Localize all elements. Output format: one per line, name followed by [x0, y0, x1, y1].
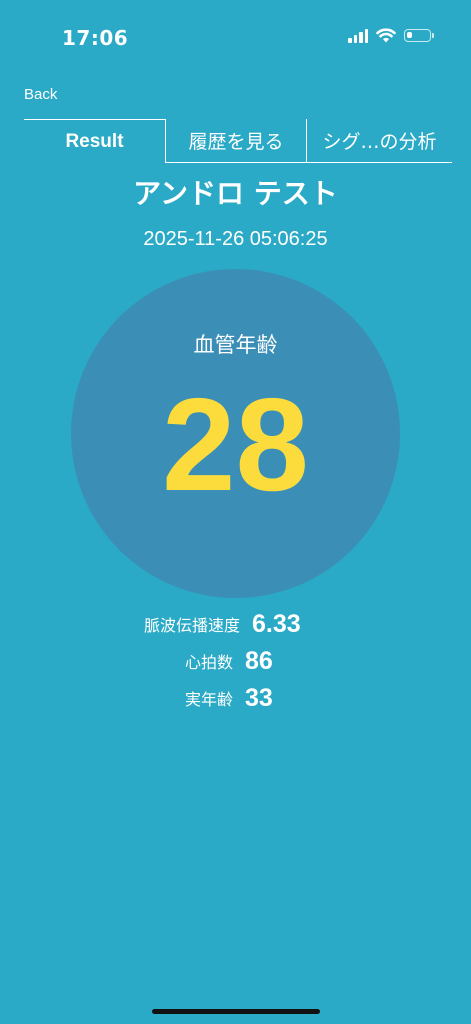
metric-row-heart-rate: 心拍数 86: [185, 643, 273, 679]
status-bar: 17:06: [0, 0, 471, 78]
metric-row-actual-age: 実年齢 33: [185, 680, 273, 716]
tab-signal-analysis[interactable]: シグ…の分析: [306, 119, 452, 163]
metric-label: 脈波伝播速度: [144, 616, 241, 635]
wifi-icon: [376, 28, 396, 43]
vascular-age-value: 28: [162, 371, 309, 518]
vascular-age-label: 血管年齢: [193, 333, 278, 357]
back-button[interactable]: Back: [24, 86, 57, 103]
test-timestamp: 2025-11-26 05:06:25: [143, 228, 328, 250]
battery-fill: [407, 32, 412, 38]
metric-label: 心拍数: [185, 653, 234, 672]
metric-row-pwv: 脈波伝播速度 6.33: [144, 606, 301, 642]
home-indicator[interactable]: [152, 1009, 320, 1014]
vascular-age-circle: 血管年齢 28: [71, 269, 400, 598]
tab-result[interactable]: Result: [24, 119, 165, 163]
status-icons: [348, 28, 434, 43]
cellular-signal-icon: [348, 28, 368, 43]
metric-value: 33: [245, 683, 273, 712]
metric-value: 6.33: [252, 609, 301, 638]
test-name: アンドロ テスト: [133, 177, 338, 210]
tab-history[interactable]: 履歴を見る: [165, 119, 306, 163]
status-time: 17:06: [62, 26, 129, 50]
metric-label: 実年齢: [185, 690, 234, 709]
battery-icon: [404, 29, 434, 42]
metric-value: 86: [245, 646, 273, 675]
tab-bar: Result 履歴を見る シグ…の分析: [24, 119, 452, 163]
